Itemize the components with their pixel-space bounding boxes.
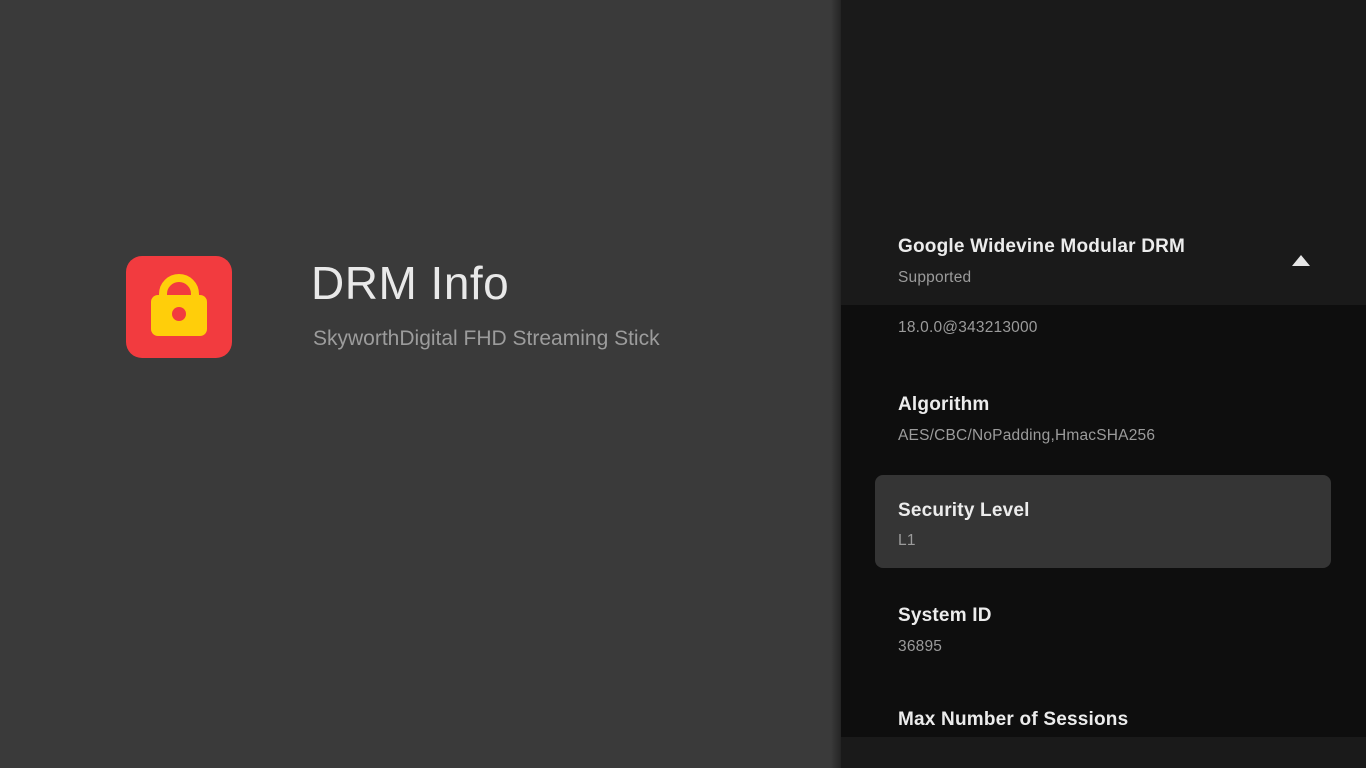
section-status: Supported bbox=[898, 268, 1326, 287]
list-item-system-id[interactable]: System ID 36895 bbox=[898, 605, 1330, 656]
app-header-pane: DRM Info SkyworthDigital FHD Streaming S… bbox=[0, 0, 841, 768]
item-value: 36895 bbox=[898, 637, 1330, 656]
list-item-max-sessions[interactable]: Max Number of Sessions bbox=[898, 709, 1330, 731]
pane-divider-shadow bbox=[831, 0, 841, 768]
lock-icon bbox=[151, 273, 207, 341]
page-title: DRM Info bbox=[311, 257, 509, 310]
item-label: Max Number of Sessions bbox=[898, 709, 1330, 731]
device-name: SkyworthDigital FHD Streaming Stick bbox=[313, 327, 660, 351]
item-label: System ID bbox=[898, 605, 1330, 627]
list-bottom-band bbox=[841, 737, 1366, 768]
drm-details-pane: Google Widevine Modular DRM Supported 18… bbox=[841, 0, 1366, 768]
list-item-security-level-focused[interactable]: Security Level L1 bbox=[875, 475, 1331, 568]
chevron-up-icon bbox=[1292, 255, 1310, 266]
item-value: 18.0.0@343213000 bbox=[898, 318, 1330, 337]
item-value: L1 bbox=[898, 531, 1331, 550]
item-label: Security Level bbox=[898, 500, 1331, 522]
list-item-version[interactable]: 18.0.0@343213000 bbox=[898, 318, 1330, 337]
list-item-algorithm[interactable]: Algorithm AES/CBC/NoPadding,HmacSHA256 bbox=[898, 394, 1330, 445]
item-label: Algorithm bbox=[898, 394, 1330, 416]
drm-info-app-icon bbox=[126, 256, 232, 358]
item-value: AES/CBC/NoPadding,HmacSHA256 bbox=[898, 426, 1330, 445]
section-title: Google Widevine Modular DRM bbox=[898, 236, 1326, 258]
section-widevine-header[interactable]: Google Widevine Modular DRM Supported bbox=[898, 236, 1326, 287]
